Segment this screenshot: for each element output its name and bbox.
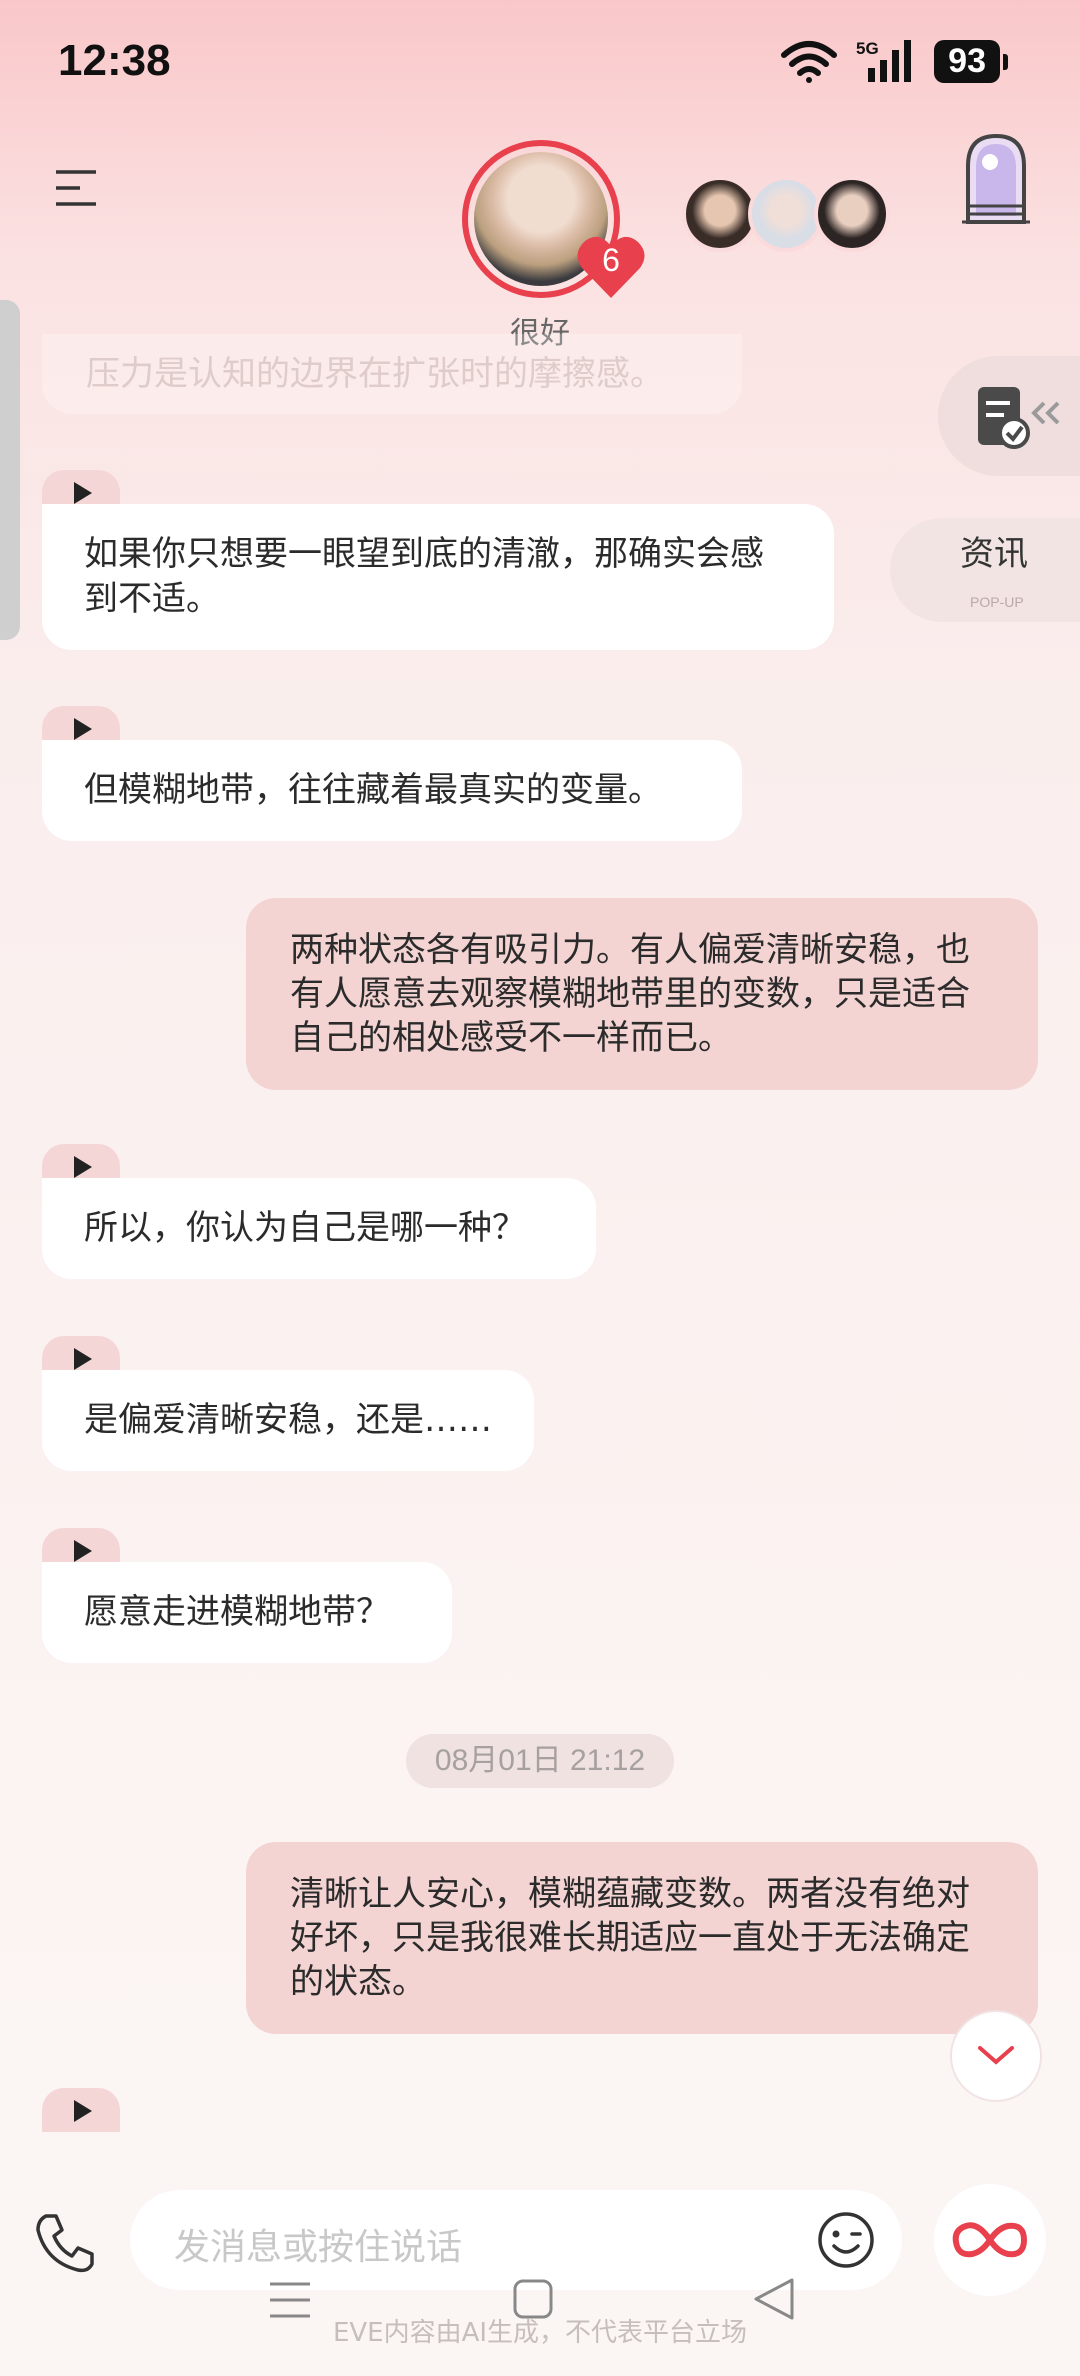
news-subtitle: POP-UP	[970, 594, 1024, 610]
ai-message-bubble: 所以，你认为自己是哪一种？	[42, 1178, 596, 1279]
other-characters[interactable]	[682, 176, 890, 252]
ai-disclaimer: EVE内容由AI生成，不代表平台立场	[332, 2318, 748, 2348]
character-thumb-3[interactable]	[814, 176, 890, 252]
left-scroll-handle[interactable]	[0, 300, 20, 640]
cellular-signal-icon: 5G	[856, 39, 912, 82]
infinity-icon	[952, 2222, 1028, 2258]
user-message-bubble: 清晰让人安心，模糊蕴藏变数。两者没有绝对好坏，只是我很难长期适应一直处于无法确定…	[246, 1842, 1038, 2034]
voice-play-button[interactable]	[42, 2088, 120, 2132]
phone-call-icon[interactable]	[32, 2210, 98, 2276]
chat-header: 6 很好	[0, 120, 1080, 360]
status-time: 12:38	[58, 36, 171, 85]
task-doc-button[interactable]	[938, 356, 1080, 476]
affection-heart-badge: 6	[574, 232, 648, 302]
status-icons: 5G 93	[780, 38, 1008, 84]
wifi-icon	[781, 41, 838, 83]
message-timestamp: 08月01日 21:12	[406, 1734, 674, 1788]
emoji-icon[interactable]	[814, 2208, 878, 2272]
ai-message-bubble: 如果你只想要一眼望到底的清澈，那确实会感到不适。	[42, 504, 834, 650]
news-title: 资讯	[960, 534, 1028, 574]
ai-message-bubble: 愿意走进模糊地带？	[42, 1562, 452, 1663]
network-type-label: 5G	[856, 39, 879, 58]
scroll-to-bottom-button[interactable]	[950, 2010, 1042, 2102]
message-input-placeholder: 发消息或按住说话	[174, 2227, 463, 2268]
battery-indicator: 93	[934, 39, 1008, 83]
ai-message-bubble: 但模糊地带，往往藏着最真实的变量。	[42, 740, 742, 841]
character-thumb-2[interactable]	[748, 176, 824, 252]
character-thumb-1[interactable]	[682, 176, 758, 252]
document-check-icon	[978, 387, 1060, 449]
menu-icon[interactable]	[50, 158, 110, 218]
user-message-bubble: 两种状态各有吸引力。有人偏爱清晰安稳，也有人愿意去观察模糊地带里的变数，只是适合…	[246, 898, 1038, 1090]
status-bar: 12:38 5G 93	[0, 0, 1080, 120]
portal-door-icon[interactable]	[956, 130, 1036, 230]
news-popup-button[interactable]: 资讯 POP-UP	[890, 518, 1080, 622]
chevron-down-icon	[978, 2046, 1014, 2065]
heart-count: 6	[602, 242, 620, 278]
faded-previous-message: 压力是认知的边界在扩张时的摩擦感。	[42, 334, 742, 414]
ai-message-bubble: 是偏爱清晰安稳，还是……	[42, 1370, 534, 1471]
